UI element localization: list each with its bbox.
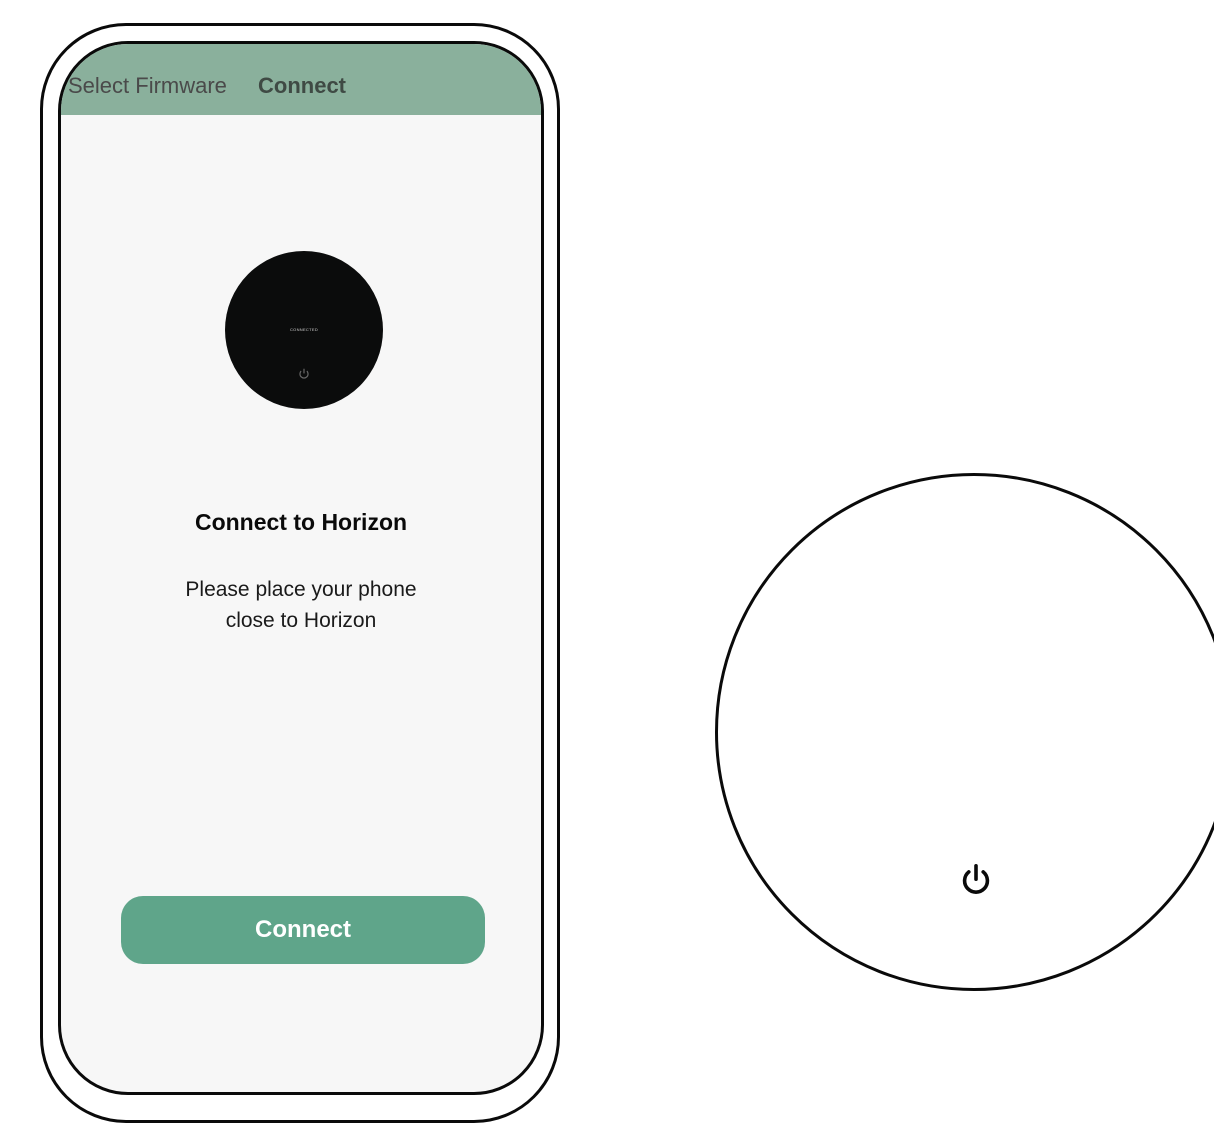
instruction-line-1: Please place your phone (185, 578, 417, 601)
instruction-line-2: close to Horizon (225, 609, 377, 632)
phone-screen: Select Firmware Connect CONNECTED Connec… (58, 41, 544, 1095)
connect-tab[interactable]: Connect (258, 73, 346, 99)
power-icon (299, 368, 309, 379)
app-header: Select Firmware Connect (61, 44, 541, 115)
device-thumbnail: CONNECTED (225, 251, 383, 409)
power-icon (962, 863, 990, 894)
connect-button[interactable]: Connect (121, 896, 485, 964)
device-thumbnail-label: CONNECTED (289, 327, 319, 332)
instruction-text: Please place your phone close to Horizon (151, 574, 451, 636)
select-firmware-tab[interactable]: Select Firmware (68, 73, 227, 99)
page-title: Connect to Horizon (194, 509, 408, 535)
horizon-device-illustration (715, 473, 1214, 991)
